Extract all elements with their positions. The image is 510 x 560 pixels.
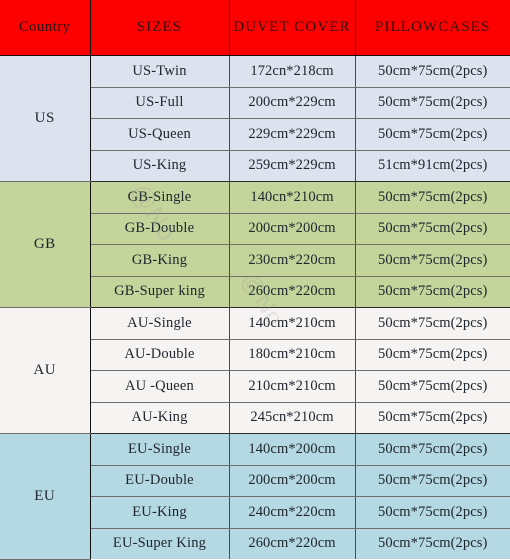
size-name-cell: GB-King [90,244,230,277]
duvet-cover-cell: 240cm*220cm [229,496,356,529]
bedding-size-table: Country SIZES DUVET COVER PILLOWCASES US… [0,0,510,560]
duvet-cover-cell: 200cm*200cm [229,465,356,497]
size-name-cell: EU-King [90,496,230,529]
size-name-cell: AU-King [90,402,230,434]
pillowcase-cell: 50cm*75cm(2pcs) [355,307,510,340]
pillowcase-cell: 50cm*75cm(2pcs) [355,87,510,119]
duvet-cover-cell: 229cm*229cm [229,118,356,151]
size-name-cell: US-King [90,150,230,182]
country-cell-eu: EU [0,433,91,560]
pillowcase-cell: 50cm*75cm(2pcs) [355,339,510,371]
pillowcase-cell: 50cm*75cm(2pcs) [355,465,510,497]
table-row: AU AU-Single 140cm*210cm 50cm*75cm(2pcs) [0,307,510,434]
size-name-cell: GB-Double [90,213,230,245]
pillowcase-cell: 50cm*75cm(2pcs) [355,528,510,559]
size-name-cell: GB-Super king [90,276,230,308]
size-name-cell: AU-Single [90,307,230,340]
duvet-cover-cell: 260cm*220cm [229,276,356,308]
pillowcase-cell: 51cm*91cm(2pcs) [355,150,510,182]
pillowcase-cell: 50cm*75cm(2pcs) [355,370,510,403]
size-name-cell: AU-Double [90,339,230,371]
table-row: US US-Twin 172cn*218cm 50cm*75cm(2pcs) [0,55,510,182]
column-header-duvet-cover: DUVET COVER [229,0,356,56]
duvet-cover-cell: 259cm*229cm [229,150,356,182]
size-name-cell: GB-Single [90,181,230,214]
pillowcase-cell: 50cm*75cm(2pcs) [355,244,510,277]
duvet-cover-cell: 200cm*200cm [229,213,356,245]
column-header-sizes: SIZES [90,0,230,56]
size-name-cell: US-Full [90,87,230,119]
duvet-cover-cell: 200cm*229cm [229,87,356,119]
table-row: GB GB-Single 140cn*210cm 50cm*75cm(2pcs) [0,181,510,308]
duvet-cover-cell: 210cm*210cm [229,370,356,403]
pillowcase-cell: 50cm*75cm(2pcs) [355,181,510,214]
country-cell-gb: GB [0,181,91,308]
pillowcase-cell: 50cm*75cm(2pcs) [355,118,510,151]
size-name-cell: EU-Single [90,433,230,466]
table-row: EU EU-Single 140cm*200cm 50cm*75cm(2pcs) [0,433,510,560]
column-header-country: Country [0,0,91,56]
duvet-cover-cell: 172cn*218cm [229,55,356,88]
country-cell-au: AU [0,307,91,434]
column-header-pillowcases: PILLOWCASES [355,0,510,56]
size-chart-sheet: Country SIZES DUVET COVER PILLOWCASES US… [0,0,510,560]
table-header: Country SIZES DUVET COVER PILLOWCASES [0,0,510,56]
duvet-cover-cell: 230cm*220cm [229,244,356,277]
size-name-cell: US-Queen [90,118,230,151]
duvet-cover-cell: 140cm*210cm [229,307,356,340]
size-name-cell: EU-Double [90,465,230,497]
size-name-cell: US-Twin [90,55,230,88]
pillowcase-cell: 50cm*75cm(2pcs) [355,402,510,434]
duvet-cover-cell: 260cm*220cm [229,528,356,559]
country-cell-us: US [0,55,91,182]
size-name-cell: AU -Queen [90,370,230,403]
duvet-cover-cell: 140cn*210cm [229,181,356,214]
size-name-cell: EU-Super King [90,528,230,559]
duvet-cover-cell: 180cm*210cm [229,339,356,371]
duvet-cover-cell: 140cm*200cm [229,433,356,466]
header-row: Country SIZES DUVET COVER PILLOWCASES [0,0,510,56]
duvet-cover-cell: 245cn*210cm [229,402,356,434]
pillowcase-cell: 50cm*75cm(2pcs) [355,213,510,245]
pillowcase-cell: 50cm*75cm(2pcs) [355,433,510,466]
pillowcase-cell: 50cm*75cm(2pcs) [355,276,510,308]
pillowcase-cell: 50cm*75cm(2pcs) [355,496,510,529]
table-body: US US-Twin 172cn*218cm 50cm*75cm(2pcs) US-Fu… [0,55,510,560]
pillowcase-cell: 50cm*75cm(2pcs) [355,55,510,88]
